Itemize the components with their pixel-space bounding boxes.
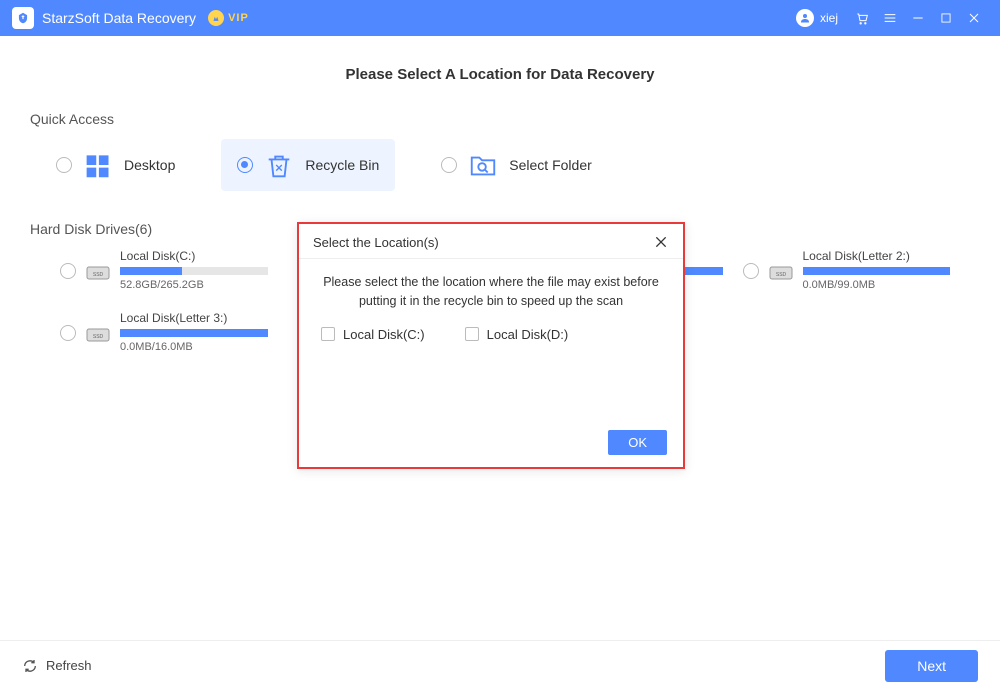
drive-name: Local Disk(Letter 3:) bbox=[120, 311, 268, 325]
quick-access-label: Recycle Bin bbox=[305, 157, 379, 173]
quick-access-select-folder[interactable]: Select Folder bbox=[425, 139, 607, 191]
user-avatar-icon bbox=[796, 9, 814, 27]
drive-usage-bar bbox=[803, 267, 951, 275]
svg-text:SSD: SSD bbox=[93, 334, 104, 340]
main-content: Please Select A Location for Data Recove… bbox=[0, 36, 1000, 640]
drive-name: Local Disk(C:) bbox=[120, 249, 268, 263]
disk-icon: SSD bbox=[769, 263, 793, 281]
quick-access-title: Quick Access bbox=[30, 111, 970, 127]
vip-label: VIP bbox=[228, 12, 249, 24]
quick-access-label: Select Folder bbox=[509, 157, 591, 173]
disk-icon: SSD bbox=[86, 325, 110, 343]
location-option-d[interactable]: Local Disk(D:) bbox=[465, 327, 569, 342]
location-option-c[interactable]: Local Disk(C:) bbox=[321, 327, 425, 342]
option-label: Local Disk(C:) bbox=[343, 327, 425, 342]
footer: Refresh Next bbox=[0, 640, 1000, 690]
select-location-modal: Select the Location(s) Please select the… bbox=[297, 222, 685, 469]
drive-item[interactable]: SSD Local Disk(C:) 52.8GB/265.2GB bbox=[60, 249, 268, 291]
modal-message: Please select the the location where the… bbox=[315, 273, 667, 311]
refresh-label: Refresh bbox=[46, 658, 92, 673]
checkbox-icon bbox=[465, 327, 479, 341]
app-title: StarzSoft Data Recovery bbox=[42, 10, 196, 26]
modal-footer: OK bbox=[608, 430, 667, 455]
drive-usage-bar bbox=[120, 329, 268, 337]
refresh-icon bbox=[22, 658, 38, 674]
quick-access-label: Desktop bbox=[124, 157, 175, 173]
radio-icon bbox=[60, 263, 76, 279]
drive-size: 52.8GB/265.2GB bbox=[120, 279, 268, 291]
next-button[interactable]: Next bbox=[885, 650, 978, 682]
app-logo-icon bbox=[12, 7, 34, 29]
svg-text:SSD: SSD bbox=[93, 272, 104, 278]
menu-icon[interactable] bbox=[876, 4, 904, 32]
vip-icon bbox=[208, 10, 224, 26]
drive-name: Local Disk(Letter 2:) bbox=[803, 249, 951, 263]
maximize-button[interactable] bbox=[932, 4, 960, 32]
ok-button[interactable]: OK bbox=[608, 430, 667, 455]
radio-icon bbox=[441, 157, 457, 173]
cart-icon[interactable] bbox=[848, 4, 876, 32]
modal-title: Select the Location(s) bbox=[313, 235, 439, 250]
drive-size: 0.0MB/99.0MB bbox=[803, 279, 951, 291]
drive-usage-bar bbox=[120, 267, 268, 275]
drive-size: 0.0MB/16.0MB bbox=[120, 341, 268, 353]
radio-icon bbox=[56, 157, 72, 173]
disk-icon: SSD bbox=[86, 263, 110, 281]
checkbox-icon bbox=[321, 327, 335, 341]
vip-badge[interactable]: VIP bbox=[208, 10, 249, 26]
modal-body: Please select the the location where the… bbox=[299, 259, 683, 342]
quick-access-row: Desktop Recycle Bin Select Folder bbox=[40, 139, 970, 191]
quick-access-recycle-bin[interactable]: Recycle Bin bbox=[221, 139, 395, 191]
minimize-button[interactable] bbox=[904, 4, 932, 32]
desktop-icon bbox=[82, 149, 114, 181]
drive-item[interactable]: SSD Local Disk(Letter 2:) 0.0MB/99.0MB bbox=[743, 249, 951, 291]
recycle-bin-icon bbox=[263, 149, 295, 181]
radio-icon bbox=[237, 157, 253, 173]
close-button[interactable] bbox=[960, 4, 988, 32]
page-heading: Please Select A Location for Data Recove… bbox=[30, 66, 970, 83]
titlebar: StarzSoft Data Recovery VIP xiej bbox=[0, 0, 1000, 36]
quick-access-desktop[interactable]: Desktop bbox=[40, 139, 191, 191]
folder-search-icon bbox=[467, 149, 499, 181]
radio-icon bbox=[743, 263, 759, 279]
modal-close-button[interactable] bbox=[653, 234, 669, 250]
option-label: Local Disk(D:) bbox=[487, 327, 569, 342]
user-badge[interactable]: xiej bbox=[796, 9, 838, 27]
drive-item[interactable]: SSD Local Disk(Letter 3:) 0.0MB/16.0MB bbox=[60, 311, 268, 353]
user-name: xiej bbox=[820, 11, 838, 25]
modal-header: Select the Location(s) bbox=[299, 224, 683, 259]
modal-options: Local Disk(C:) Local Disk(D:) bbox=[315, 327, 667, 342]
svg-text:SSD: SSD bbox=[775, 272, 786, 278]
refresh-button[interactable]: Refresh bbox=[22, 658, 92, 674]
radio-icon bbox=[60, 325, 76, 341]
